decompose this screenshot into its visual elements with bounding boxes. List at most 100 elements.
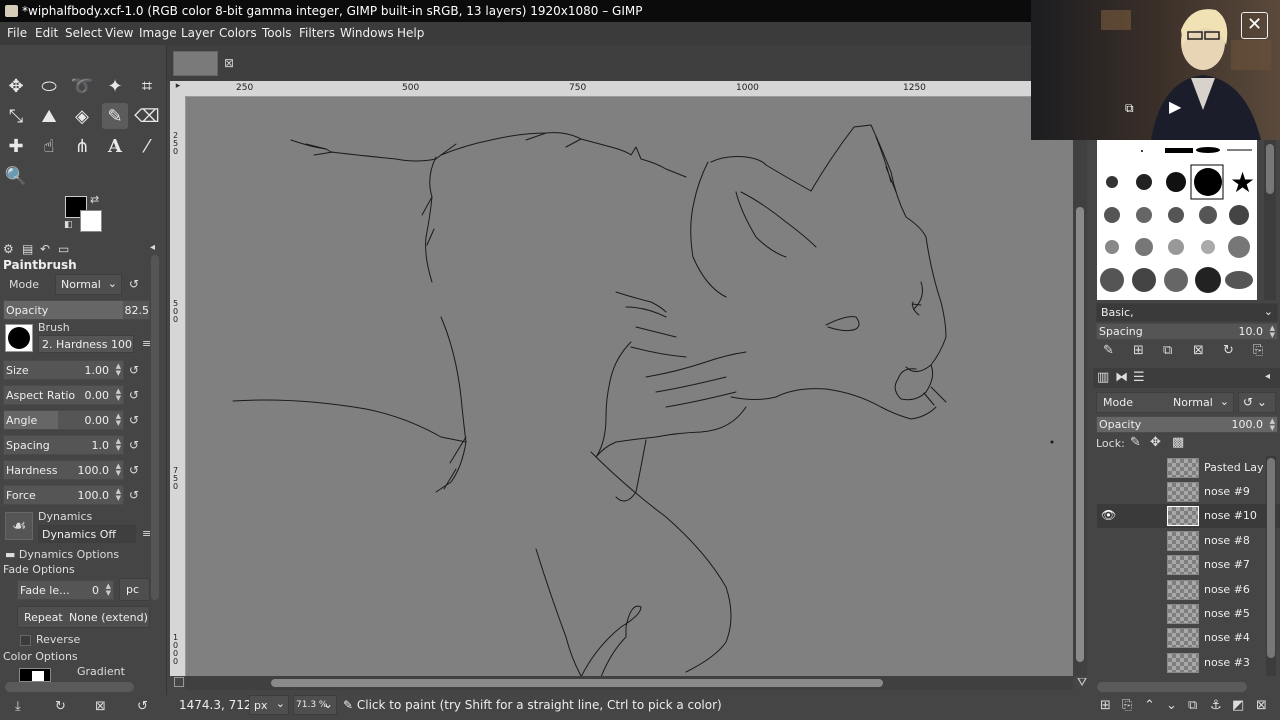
color-picker-icon[interactable]: ⁄ bbox=[134, 133, 160, 159]
reset-spacing-icon[interactable]: ↺ bbox=[129, 438, 145, 454]
menu-colors[interactable]: Colors bbox=[219, 26, 257, 40]
configure-tab-icon[interactable]: ◂ bbox=[1265, 371, 1270, 382]
menu-filters[interactable]: Filters bbox=[299, 26, 335, 40]
size-slider[interactable]: Size 1.00 ▲ ▼ bbox=[3, 360, 124, 380]
fuzzy-select-icon[interactable]: ✦ bbox=[102, 73, 128, 99]
picture-in-picture-icon[interactable]: ⧉ bbox=[1125, 101, 1134, 116]
layer-row[interactable]: nose #3 bbox=[1097, 651, 1280, 675]
lower-layer-icon[interactable]: ⌄ bbox=[1166, 698, 1177, 713]
hardness-slider[interactable]: Hardness 100.0 ▲ ▼ bbox=[3, 460, 124, 480]
lasso-icon[interactable]: ➰ bbox=[69, 73, 95, 99]
restore-tool-preset-icon[interactable]: ↻ bbox=[55, 699, 66, 714]
menu-edit[interactable]: Edit bbox=[35, 26, 58, 40]
dynamics-menu-icon[interactable]: ≡ bbox=[142, 527, 151, 540]
brush-spacing-spinner-icon[interactable]: ▲ ▼ bbox=[1270, 325, 1275, 339]
ruler-corner-menu-icon[interactable]: ▸ bbox=[170, 81, 186, 97]
delete-tool-preset-icon[interactable]: ⊠ bbox=[95, 699, 106, 714]
eraser-icon[interactable]: ⌫ bbox=[134, 103, 160, 129]
delete-brush-icon[interactable]: ⊠ bbox=[1193, 343, 1204, 358]
refresh-brushes-icon[interactable]: ↻ bbox=[1223, 343, 1234, 358]
reset-hardness-icon[interactable]: ↺ bbox=[129, 463, 145, 479]
layer-row-selected[interactable]: 👁 nose #10 bbox=[1097, 504, 1280, 528]
video-overlay[interactable]: ✕ ▶ ⧉ bbox=[1031, 0, 1280, 140]
angle-slider[interactable]: Angle 0.00 ▲ ▼ bbox=[3, 410, 124, 430]
warp-transform-icon[interactable]: ⛰ bbox=[36, 103, 62, 129]
dynamics-preview-icon[interactable]: ☙ bbox=[5, 512, 33, 540]
layer-opacity-spinner-icon[interactable]: ▲ ▼ bbox=[1270, 418, 1275, 432]
drawing-canvas[interactable] bbox=[186, 97, 1073, 676]
bucket-fill-icon[interactable]: ◈ bbox=[69, 103, 95, 129]
raise-layer-icon[interactable]: ⌃ bbox=[1144, 698, 1155, 713]
brushes-scrollbar[interactable] bbox=[1264, 140, 1276, 300]
unified-transform-icon[interactable]: ⤡ bbox=[3, 103, 29, 129]
channels-tab-icon[interactable]: ⧓ bbox=[1115, 370, 1128, 385]
composite-mode-dropdown[interactable]: ↺ ⌄ bbox=[1238, 392, 1276, 413]
zoom-icon[interactable]: 🔍 bbox=[3, 163, 29, 189]
tool-options-tab-icon[interactable]: ⚙ bbox=[3, 242, 14, 256]
reset-mode-icon[interactable]: ↺ bbox=[129, 277, 145, 293]
swap-colors-icon[interactable]: ⇄ bbox=[90, 193, 99, 206]
layer-row[interactable]: nose #9 bbox=[1097, 480, 1280, 504]
fade-spinner-icon[interactable]: ▲ ▼ bbox=[106, 583, 111, 597]
default-colors-icon[interactable]: ◧ bbox=[64, 220, 73, 230]
canvas-horizontal-scrollbar[interactable] bbox=[186, 676, 1073, 690]
hardness-spinner-icon[interactable]: ▲ ▼ bbox=[116, 463, 121, 477]
lock-position-icon[interactable]: ✥ bbox=[1150, 435, 1161, 450]
new-brush-icon[interactable]: ⊞ bbox=[1133, 343, 1144, 358]
layers-tab-icon[interactable]: ▥ bbox=[1097, 370, 1109, 385]
angle-spinner-icon[interactable]: ▲ ▼ bbox=[116, 413, 121, 427]
reset-tool-options-icon[interactable]: ↺ bbox=[137, 699, 148, 714]
paths-tab-icon[interactable]: ☰ bbox=[1133, 370, 1145, 385]
brush-preset-dropdown[interactable]: Basic, ⌄ bbox=[1096, 303, 1278, 322]
new-layer-icon[interactable]: ⊞ bbox=[1100, 698, 1111, 713]
image-tab-thumbnail[interactable] bbox=[173, 51, 218, 76]
delete-layer-icon[interactable]: ⊠ bbox=[1256, 698, 1267, 713]
edit-brush-icon[interactable]: ✎ bbox=[1103, 343, 1114, 358]
layer-mode-dropdown[interactable]: Mode Normal ⌄ bbox=[1096, 392, 1234, 413]
mask-layer-icon[interactable]: ◩ bbox=[1232, 698, 1244, 713]
aspect-ratio-slider[interactable]: Aspect Ratio 0.00 ▲ ▼ bbox=[3, 385, 124, 405]
opacity-slider[interactable]: Opacity 82.5 bbox=[3, 300, 150, 320]
close-icon[interactable]: ⊠ bbox=[224, 56, 234, 70]
play-icon[interactable]: ▶ bbox=[1169, 97, 1181, 116]
heal-icon[interactable]: ✚ bbox=[3, 133, 29, 159]
reset-angle-icon[interactable]: ↺ bbox=[129, 413, 145, 429]
brush-preview[interactable] bbox=[5, 324, 33, 352]
gradient-preview[interactable] bbox=[19, 668, 51, 682]
reset-aspect-icon[interactable]: ↺ bbox=[129, 388, 145, 404]
images-tab-icon[interactable]: ▭ bbox=[58, 242, 69, 256]
menu-help[interactable]: Help bbox=[397, 26, 424, 40]
crop-icon[interactable]: ⌗ bbox=[134, 73, 160, 99]
smudge-icon[interactable]: ☝ bbox=[36, 133, 62, 159]
menu-layer[interactable]: Layer bbox=[181, 26, 214, 40]
navigate-icon[interactable]: ⛛ bbox=[1077, 675, 1087, 690]
layer-row[interactable]: nose #8 bbox=[1097, 529, 1280, 553]
vertical-ruler[interactable]: 250 500 750 1000 bbox=[170, 97, 186, 676]
menu-view[interactable]: View bbox=[105, 26, 133, 40]
spacing-spinner-icon[interactable]: ▲ ▼ bbox=[116, 438, 121, 452]
configure-tab-icon[interactable]: ◂ bbox=[150, 242, 155, 253]
fade-unit-dropdown[interactable]: pc bbox=[119, 578, 150, 601]
tool-options-scrollbar[interactable] bbox=[151, 255, 159, 600]
duplicate-layer-icon[interactable]: ⧉ bbox=[1188, 698, 1197, 713]
horizontal-ruler[interactable]: 250 500 750 1000 1250 bbox=[185, 81, 1073, 97]
layers-hscrollbar[interactable] bbox=[1097, 682, 1247, 692]
dynamics-field[interactable]: Dynamics Off bbox=[38, 525, 136, 543]
menu-select[interactable]: Select bbox=[65, 26, 102, 40]
undo-history-tab-icon[interactable]: ↶ bbox=[40, 242, 50, 256]
background-color-swatch[interactable] bbox=[80, 210, 102, 232]
force-spinner-icon[interactable]: ▲ ▼ bbox=[116, 488, 121, 502]
new-layer-group-icon[interactable]: ⎘ bbox=[1122, 698, 1132, 713]
spacing-slider[interactable]: Spacing 1.0 ▲ ▼ bbox=[3, 435, 124, 455]
mode-dropdown[interactable]: Normal ⌄ bbox=[55, 274, 122, 295]
tool-options-hscrollbar[interactable] bbox=[5, 682, 134, 692]
size-spinner-icon[interactable]: ▲ ▼ bbox=[116, 363, 121, 377]
lock-alpha-icon[interactable]: ▩ bbox=[1172, 435, 1184, 450]
save-tool-preset-icon[interactable]: ⤓ bbox=[15, 699, 21, 714]
reset-force-icon[interactable]: ↺ bbox=[129, 488, 145, 504]
reset-size-icon[interactable]: ↺ bbox=[129, 363, 145, 379]
layer-row[interactable]: nose #6 bbox=[1097, 578, 1280, 602]
device-status-tab-icon[interactable]: ▤ bbox=[22, 242, 33, 256]
repeat-dropdown[interactable]: Repeat None (extend) bbox=[17, 606, 150, 628]
open-brush-icon[interactable]: ⎘ bbox=[1253, 343, 1263, 358]
